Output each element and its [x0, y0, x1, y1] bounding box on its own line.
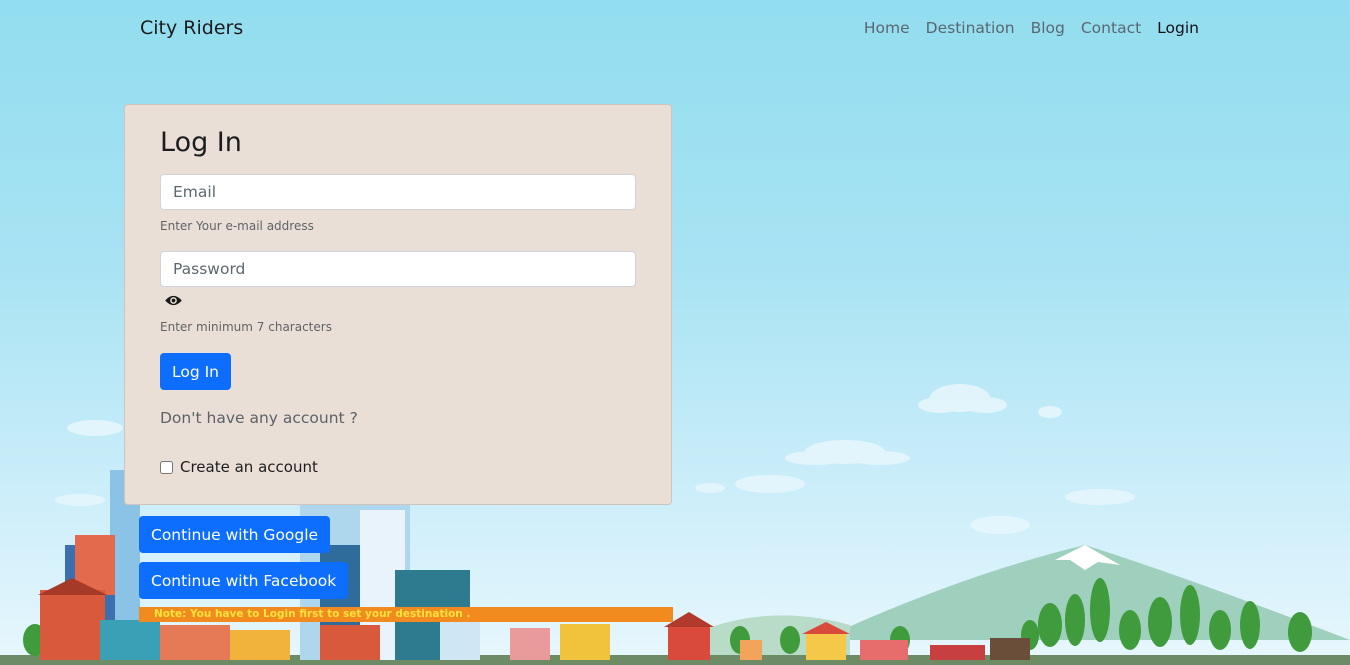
login-note-banner: Note: You have to Login first to set you…: [139, 607, 673, 622]
create-account-checkbox[interactable]: [160, 460, 173, 474]
nav-link-home[interactable]: Home: [864, 19, 910, 37]
nav-link-destination[interactable]: Destination: [926, 19, 1015, 37]
navbar: City Riders Home Destination Blog Contac…: [0, 0, 1350, 58]
facebook-login-button[interactable]: Continue with Facebook: [139, 562, 349, 599]
login-submit-button[interactable]: Log In: [160, 353, 232, 390]
nav-link-contact[interactable]: Contact: [1081, 19, 1141, 37]
password-input[interactable]: [160, 251, 636, 287]
password-hint: Enter minimum 7 characters: [160, 320, 332, 334]
nav-link-blog[interactable]: Blog: [1031, 19, 1065, 37]
login-card: Log In Enter Your e-mail address Enter m…: [124, 104, 672, 505]
google-login-button[interactable]: Continue with Google: [139, 516, 331, 553]
login-title: Log In: [160, 127, 242, 158]
nav-link-login[interactable]: Login: [1157, 19, 1199, 37]
email-input[interactable]: [160, 174, 636, 210]
brand-logo[interactable]: City Riders: [140, 17, 243, 39]
create-account-label[interactable]: Create an account: [180, 458, 318, 476]
no-account-text: Don't have any account ?: [160, 409, 358, 427]
email-hint: Enter Your e-mail address: [160, 219, 314, 233]
create-account-row[interactable]: Create an account: [160, 458, 318, 476]
nav-links: Home Destination Blog Contact Login: [864, 19, 1199, 37]
eye-icon[interactable]: [164, 294, 183, 307]
